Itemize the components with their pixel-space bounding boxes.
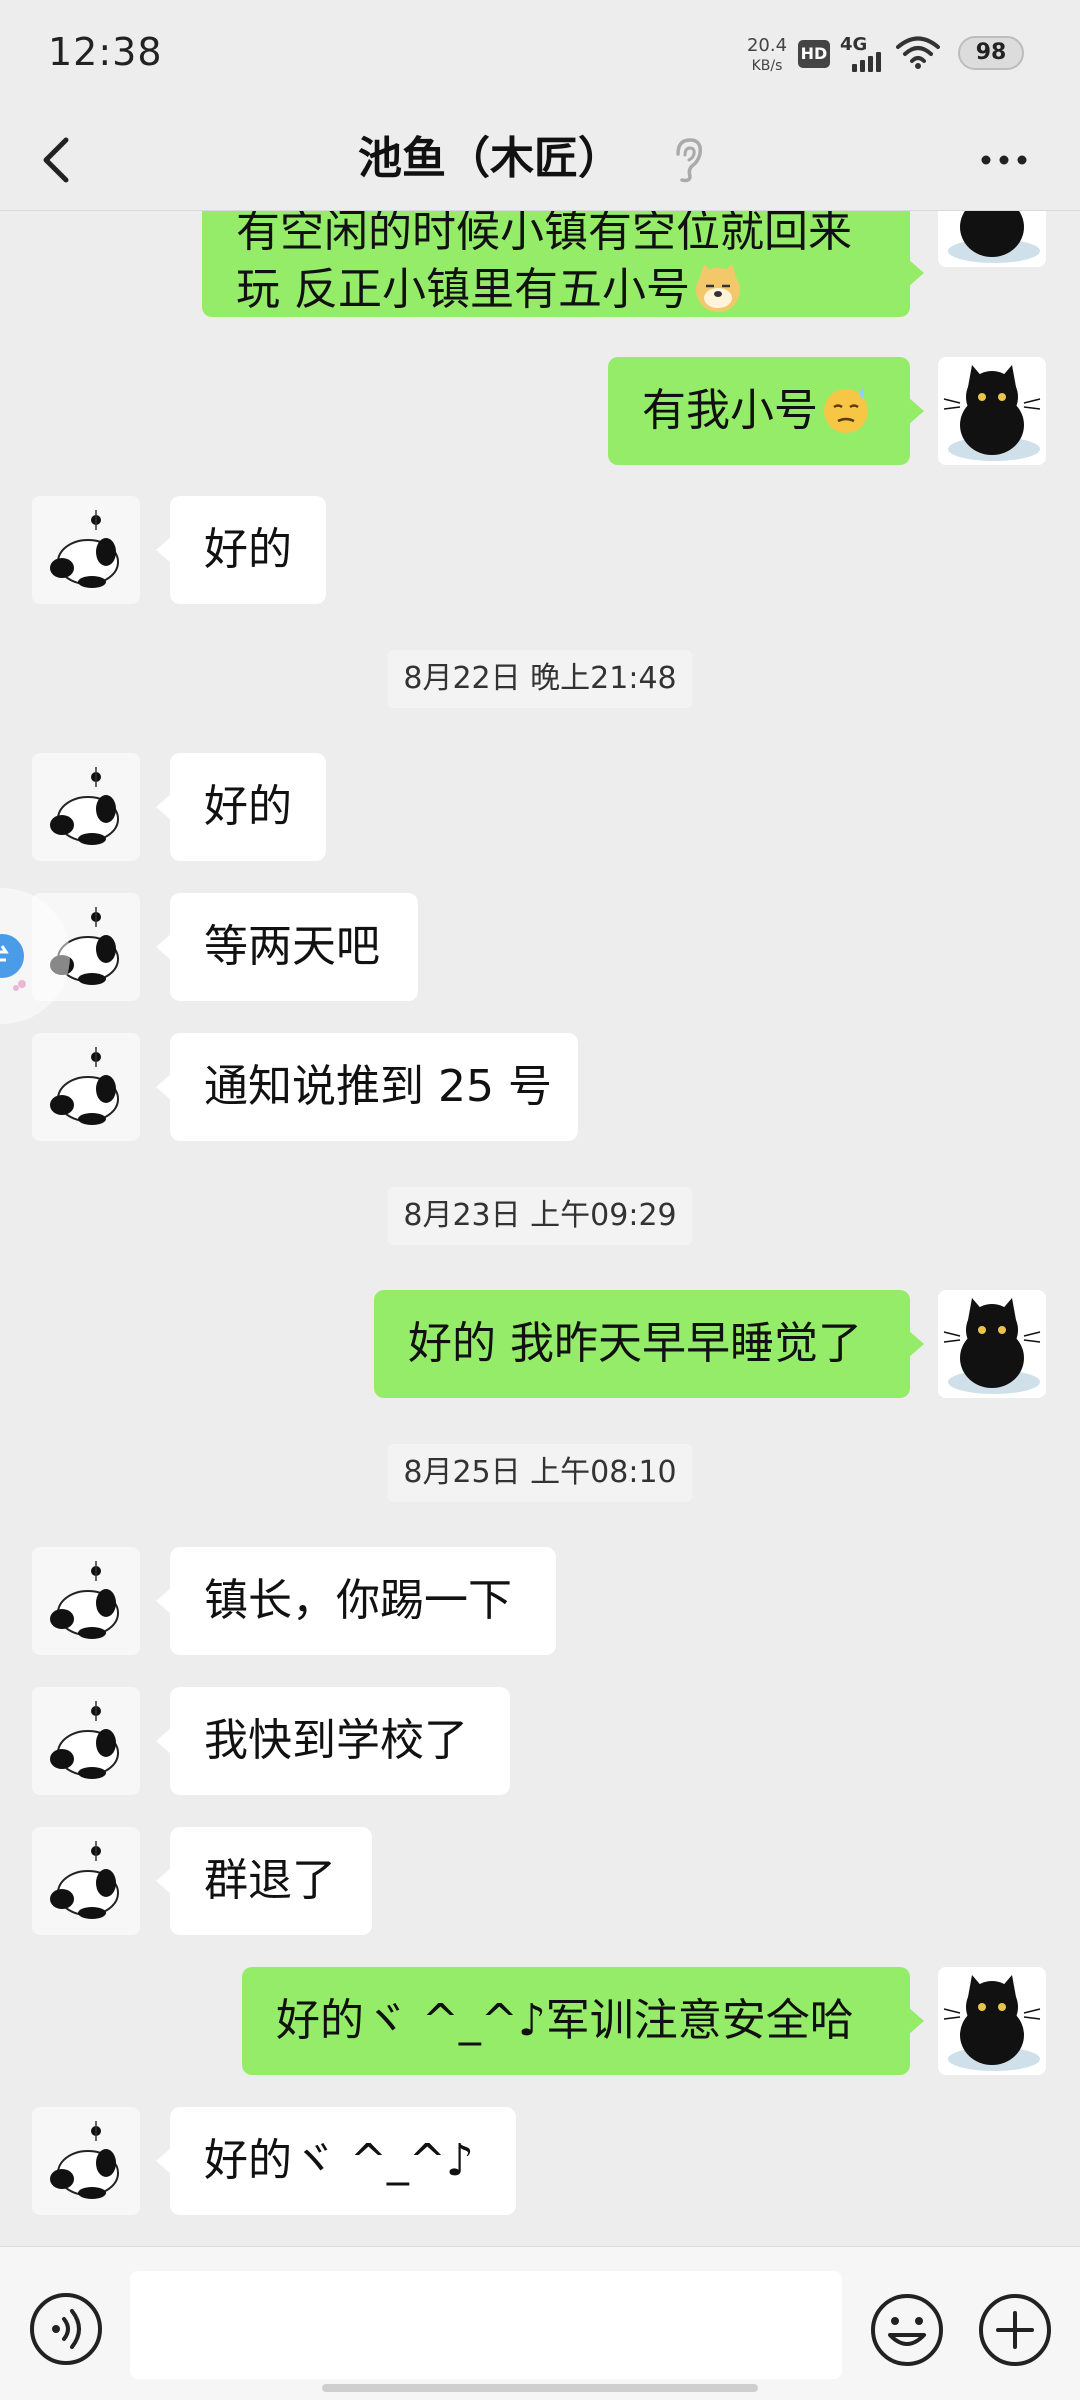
avatar[interactable]: [32, 2107, 140, 2215]
battery-icon: 98: [958, 36, 1024, 70]
timestamp-label: 8月23日 上午09:29: [387, 1187, 693, 1245]
message-bubble-incoming[interactable]: 群退了: [156, 1827, 372, 1935]
avatar[interactable]: [32, 496, 140, 604]
ear-icon: [676, 138, 703, 183]
message-bubble-incoming[interactable]: 好的: [156, 496, 326, 604]
status-bar: 12:38 20.4 KB/s HD 4G 98: [0, 0, 1080, 110]
floating-assistant-icon: [0, 934, 26, 991]
message-text: 好的: [204, 524, 292, 575]
panda-avatar-icon: [50, 510, 119, 588]
avatar[interactable]: [32, 1687, 140, 1795]
message-text-line: 玩 反正小镇里有五小号: [236, 264, 690, 315]
back-icon[interactable]: [32, 132, 88, 188]
home-indicator[interactable]: [322, 2384, 758, 2392]
avatar[interactable]: [32, 1827, 140, 1935]
message-text: 好的: [204, 781, 292, 832]
message-text-line: 有空闲的时候小镇有空位就回来: [236, 211, 852, 257]
panda-avatar-icon: [50, 1047, 119, 1125]
timestamp-label: 8月22日 晚上21:48: [387, 650, 693, 708]
message-bubble-outgoing[interactable]: 有空闲的时候小镇有空位就回来 玩 反正小镇里有五小号: [202, 211, 924, 317]
network-type-label: 4G: [840, 34, 868, 55]
message-bubble-incoming[interactable]: 好的: [156, 753, 326, 861]
avatar[interactable]: [938, 211, 1046, 267]
input-bar: [0, 2246, 1080, 2400]
more-icon[interactable]: [976, 140, 1032, 180]
floating-side-button[interactable]: [0, 888, 70, 1024]
chat-title: 池鱼（木匠）: [358, 133, 622, 184]
voice-icon[interactable]: [28, 2291, 104, 2367]
chat-header: 池鱼（木匠）: [0, 110, 1080, 211]
black-cat-avatar-icon: [948, 211, 1040, 263]
message-bubble-incoming[interactable]: 好的ヾ ^_^♪: [156, 2107, 516, 2215]
message-list[interactable]: 有空闲的时候小镇有空位就回来 玩 反正小镇里有五小号 有我小号 好的 8月22日…: [0, 211, 1080, 2245]
panda-avatar-icon: [50, 1841, 119, 1919]
black-cat-avatar-icon: [943, 1298, 1041, 1394]
message-text: 有我小号: [642, 385, 818, 436]
status-time: 12:38: [48, 30, 163, 74]
message-text: 好的ヾ ^_^♪: [204, 2135, 474, 2186]
message-text: 好的ヾ ^_^♪军训注意安全哈: [276, 1995, 854, 2046]
network-speed-unit: KB/s: [751, 58, 783, 74]
message-bubble-incoming[interactable]: 我快到学校了: [156, 1687, 510, 1795]
signal-icon: 4G: [838, 34, 886, 74]
message-text: 我快到学校了: [204, 1715, 468, 1766]
emoji-icon[interactable]: [868, 2291, 946, 2369]
black-cat-avatar-icon: [943, 365, 1041, 461]
hd-icon: HD: [798, 40, 830, 68]
message-bubble-incoming[interactable]: 镇长，你踢一下: [156, 1547, 556, 1655]
message-text: 镇长，你踢一下: [204, 1575, 512, 1626]
panda-avatar-icon: [50, 767, 119, 845]
message-bubble-outgoing[interactable]: 好的ヾ ^_^♪军训注意安全哈: [242, 1967, 924, 2075]
sweat-emoji-icon: [824, 387, 868, 433]
panda-avatar-icon: [50, 2121, 119, 2199]
network-speed-value: 20.4: [746, 35, 788, 56]
message-bubble-incoming[interactable]: 等两天吧: [156, 893, 418, 1001]
message-text: 好的 我昨天早早睡觉了: [408, 1318, 862, 1369]
wifi-icon: [896, 36, 940, 69]
avatar[interactable]: [938, 357, 1046, 465]
message-bubble-incoming[interactable]: 通知说推到 25 号: [156, 1033, 578, 1141]
black-cat-avatar-icon: [943, 1975, 1041, 2071]
chat-screen: 12:38 20.4 KB/s HD 4G 98 池鱼（木匠） 有空闲的时候小镇…: [0, 0, 1080, 2400]
panda-avatar-icon: [50, 1561, 119, 1639]
message-text: 通知说推到 25 号: [204, 1061, 552, 1112]
message-bubble-outgoing[interactable]: 好的 我昨天早早睡觉了: [374, 1290, 924, 1398]
avatar[interactable]: [32, 1033, 140, 1141]
network-speed: 20.4 KB/s: [740, 36, 794, 76]
message-input[interactable]: [130, 2271, 842, 2379]
avatar[interactable]: [938, 1967, 1046, 2075]
message-bubble-outgoing[interactable]: 有我小号: [608, 357, 924, 465]
avatar[interactable]: [938, 1290, 1046, 1398]
panda-avatar-icon: [50, 1701, 119, 1779]
message-text: 群退了: [204, 1855, 336, 1906]
avatar[interactable]: [32, 1547, 140, 1655]
avatar[interactable]: [32, 753, 140, 861]
doge-emoji-icon: [696, 264, 740, 312]
plus-icon[interactable]: [976, 2291, 1054, 2369]
message-text: 等两天吧: [204, 921, 380, 972]
timestamp-label: 8月25日 上午08:10: [387, 1444, 693, 1502]
